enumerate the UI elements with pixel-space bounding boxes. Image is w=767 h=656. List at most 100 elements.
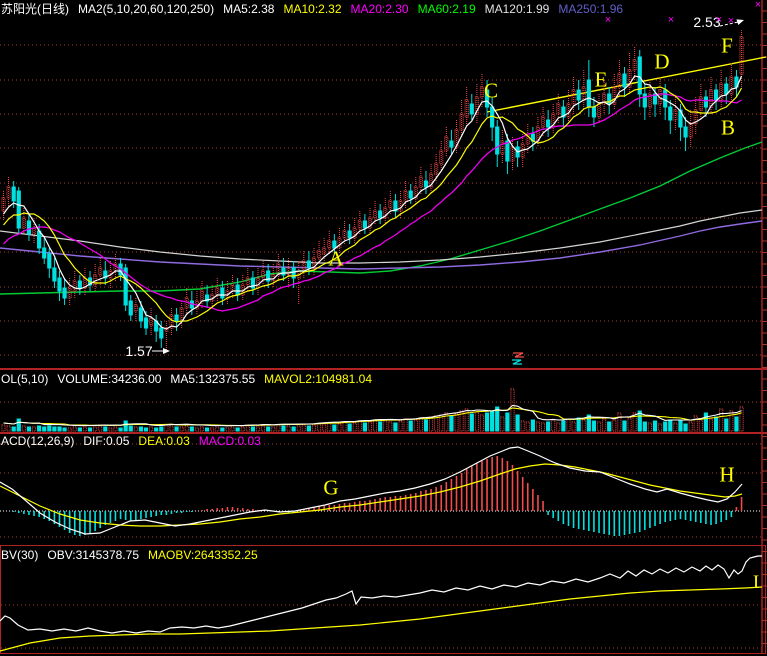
- candle-body: [363, 221, 366, 228]
- volume-bar: [664, 422, 667, 431]
- line: [0, 447, 742, 534]
- macd-value: MACD:0.03: [199, 434, 261, 448]
- candle-body: [725, 84, 728, 94]
- ex-rights-marker-icon: [512, 360, 522, 364]
- volume-bar: [73, 427, 76, 431]
- volume-pane-header: OL(5,10)VOLUME:34236.00MA5:132375.55MAVO…: [1, 372, 381, 386]
- mavol2-value: MAVOL2:104981.04: [264, 372, 372, 386]
- annotation-arrowhead: [736, 19, 744, 25]
- volume-bar: [699, 420, 702, 431]
- obv-pane-header: BV(30)OBV:3145378.75MAOBV:2643352.25: [1, 548, 267, 562]
- volume-bar: [292, 427, 295, 431]
- volume-bar: [363, 423, 366, 431]
- candle-body: [664, 90, 667, 107]
- volume-bar: [88, 428, 91, 431]
- volume-bar: [536, 422, 539, 431]
- volume-bar: [424, 420, 427, 431]
- volume-bar: [180, 427, 183, 431]
- volume-bar: [455, 414, 458, 431]
- volume-bar: [328, 423, 331, 431]
- volume-bar: [99, 426, 102, 431]
- volume-bar: [2, 425, 5, 431]
- volume-bar: [139, 427, 142, 431]
- candle-body: [7, 187, 10, 198]
- volume-bar: [226, 428, 229, 431]
- ma250-value: MA250:1.96: [558, 2, 623, 16]
- candle-body: [379, 211, 382, 218]
- ma60-value: MA60:2.19: [418, 2, 476, 16]
- volume-bar: [562, 421, 565, 431]
- candle-body: [221, 288, 224, 298]
- volume-bar: [221, 428, 224, 431]
- volume-bar: [323, 424, 326, 431]
- ma20-value: MA20:2.30: [351, 2, 409, 16]
- volume-bar: [704, 413, 707, 431]
- volume-bar: [730, 411, 733, 431]
- candle-body: [465, 100, 468, 117]
- volume-bar: [114, 427, 117, 431]
- candle-body: [424, 181, 427, 187]
- candle-body: [643, 94, 646, 107]
- candle-body: [144, 318, 147, 328]
- volume-bar: [302, 425, 305, 431]
- volume-bar: [12, 427, 15, 431]
- volume-bar: [409, 421, 412, 431]
- volume-bar: [485, 413, 488, 431]
- candle-body: [43, 248, 46, 258]
- candle-body: [373, 211, 376, 218]
- volume-bar: [261, 426, 264, 431]
- volume-bar: [653, 421, 656, 431]
- volume-bar: [160, 427, 163, 431]
- volume-bar: [38, 426, 41, 431]
- candle-body: [409, 191, 412, 198]
- dea-value: DEA:0.03: [138, 434, 189, 448]
- candle-body: [99, 268, 102, 275]
- volume-bar: [307, 426, 310, 431]
- volume-bar: [155, 428, 158, 431]
- volume-bar: [592, 421, 595, 431]
- dif-value: DIF:0.05: [83, 434, 129, 448]
- volume-bar: [582, 420, 585, 431]
- volume-bar: [394, 423, 397, 431]
- volume-bar: [282, 426, 285, 431]
- volume-bar: [22, 426, 25, 431]
- macd-indicator-name: ACD(12,26,9): [1, 434, 74, 448]
- candle-body: [506, 141, 509, 161]
- volume-bar: [78, 428, 81, 431]
- volume-bar: [27, 427, 30, 431]
- volume-bar: [241, 427, 244, 431]
- volume-bar: [414, 420, 417, 431]
- volume-bar: [206, 428, 209, 431]
- candle-body: [669, 107, 672, 120]
- volume-bar: [628, 418, 631, 431]
- volume-bar: [735, 417, 738, 431]
- volume-bar: [429, 417, 432, 431]
- volume-bar: [577, 418, 580, 431]
- candle-body: [623, 74, 626, 87]
- volume-bar: [516, 415, 519, 431]
- annotation-arrow: [720, 22, 738, 26]
- candle-body: [587, 80, 590, 107]
- volume-bar: [195, 428, 198, 431]
- candle-body: [139, 308, 142, 321]
- ma10-value: MA10:2.32: [283, 2, 341, 16]
- ma5-value: MA5:2.38: [223, 2, 274, 16]
- candle-body: [150, 318, 153, 325]
- candle-body: [246, 278, 249, 285]
- volume-bar: [623, 421, 626, 431]
- volume-bar: [480, 415, 483, 431]
- volume-bar: [170, 426, 173, 431]
- volume-bar: [246, 426, 249, 431]
- candle-body: [450, 141, 453, 147]
- volume-bar: [216, 427, 219, 431]
- volume-bar: [597, 422, 600, 431]
- candle-body: [715, 90, 718, 100]
- volume-bar: [384, 421, 387, 431]
- candle-body: [684, 127, 687, 137]
- ma-params: MA2(5,10,20,60,120,250): [78, 2, 214, 16]
- line: [0, 464, 742, 526]
- volume-bar: [277, 425, 280, 431]
- volume-bar: [312, 425, 315, 431]
- volume-bar: [144, 428, 147, 431]
- volume-bar: [557, 423, 560, 431]
